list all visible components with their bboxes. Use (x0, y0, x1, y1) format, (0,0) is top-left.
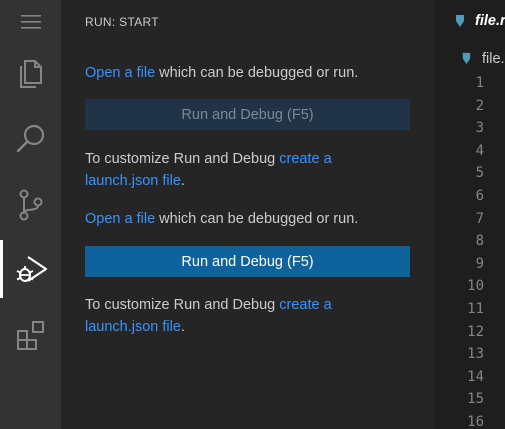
menu-button[interactable] (0, 0, 61, 44)
run-and-debug-button[interactable]: Run and Debug (F5) (85, 246, 410, 277)
customize-end-2: . (180, 319, 185, 335)
line-number: 15 (467, 391, 484, 408)
customize-text-1: To customize Run and Debug (85, 151, 280, 167)
files-icon (19, 60, 42, 88)
open-file-message-1: Open a file which can be debugged or run… (85, 62, 385, 84)
line-number: 2 (475, 97, 484, 114)
activity-bar (0, 0, 61, 429)
line-number: 16 (467, 413, 484, 429)
run-and-debug-button-disabled[interactable]: Run and Debug (F5) (85, 99, 410, 130)
run-debug-icon (16, 256, 48, 282)
run-debug-button[interactable] (0, 240, 61, 298)
line-number: 12 (467, 323, 484, 340)
line-number: 8 (475, 233, 484, 250)
line-number: 3 (475, 120, 484, 137)
line-number: 13 (467, 346, 484, 363)
open-file-link-1[interactable]: Open a file (85, 65, 155, 81)
hamburger-icon (20, 15, 41, 29)
open-file-text-1: which can be debugged or run. (155, 65, 359, 81)
tab-label: file.r (475, 13, 505, 29)
line-number: 6 (475, 187, 484, 204)
run-sidebar: RUN: START Open a file which can be debu… (61, 0, 434, 429)
source-control-button[interactable] (0, 176, 61, 234)
search-button[interactable] (0, 110, 61, 168)
line-number: 9 (475, 255, 484, 272)
search-icon (16, 124, 44, 153)
editor-area: file.r file. 1 2 3 4 5 6 7 8 9 10 11 12 13 14 15 16 (434, 0, 505, 429)
customize-message-1: To customize Run and Debug create a laun… (85, 148, 385, 192)
r-file-icon-small (462, 52, 471, 65)
line-number-gutter: 1 2 3 4 5 6 7 8 9 10 11 12 13 14 15 16 (434, 72, 484, 429)
line-number: 1 (475, 75, 484, 91)
line-number: 14 (467, 368, 484, 385)
open-file-link-2[interactable]: Open a file (85, 211, 155, 227)
r-file-icon (456, 15, 464, 27)
line-number: 5 (475, 165, 484, 182)
open-file-message-2: Open a file which can be debugged or run… (85, 208, 385, 230)
open-file-text-2: which can be debugged or run. (155, 211, 359, 227)
extensions-button[interactable] (0, 306, 61, 364)
customize-end-1: . (180, 173, 185, 189)
sidebar-title: RUN: START (85, 15, 159, 29)
line-number: 7 (475, 210, 484, 227)
explorer-button[interactable] (0, 44, 61, 102)
customize-text-2: To customize Run and Debug (85, 297, 280, 313)
extensions-icon (16, 321, 44, 350)
breadcrumb-label: file. (482, 51, 505, 67)
editor-tab[interactable]: file.r (434, 10, 505, 34)
line-number: 4 (475, 142, 484, 159)
source-control-icon (19, 189, 42, 221)
line-number: 10 (467, 278, 484, 295)
line-number: 11 (467, 300, 484, 317)
customize-message-2: To customize Run and Debug create a laun… (85, 294, 385, 338)
